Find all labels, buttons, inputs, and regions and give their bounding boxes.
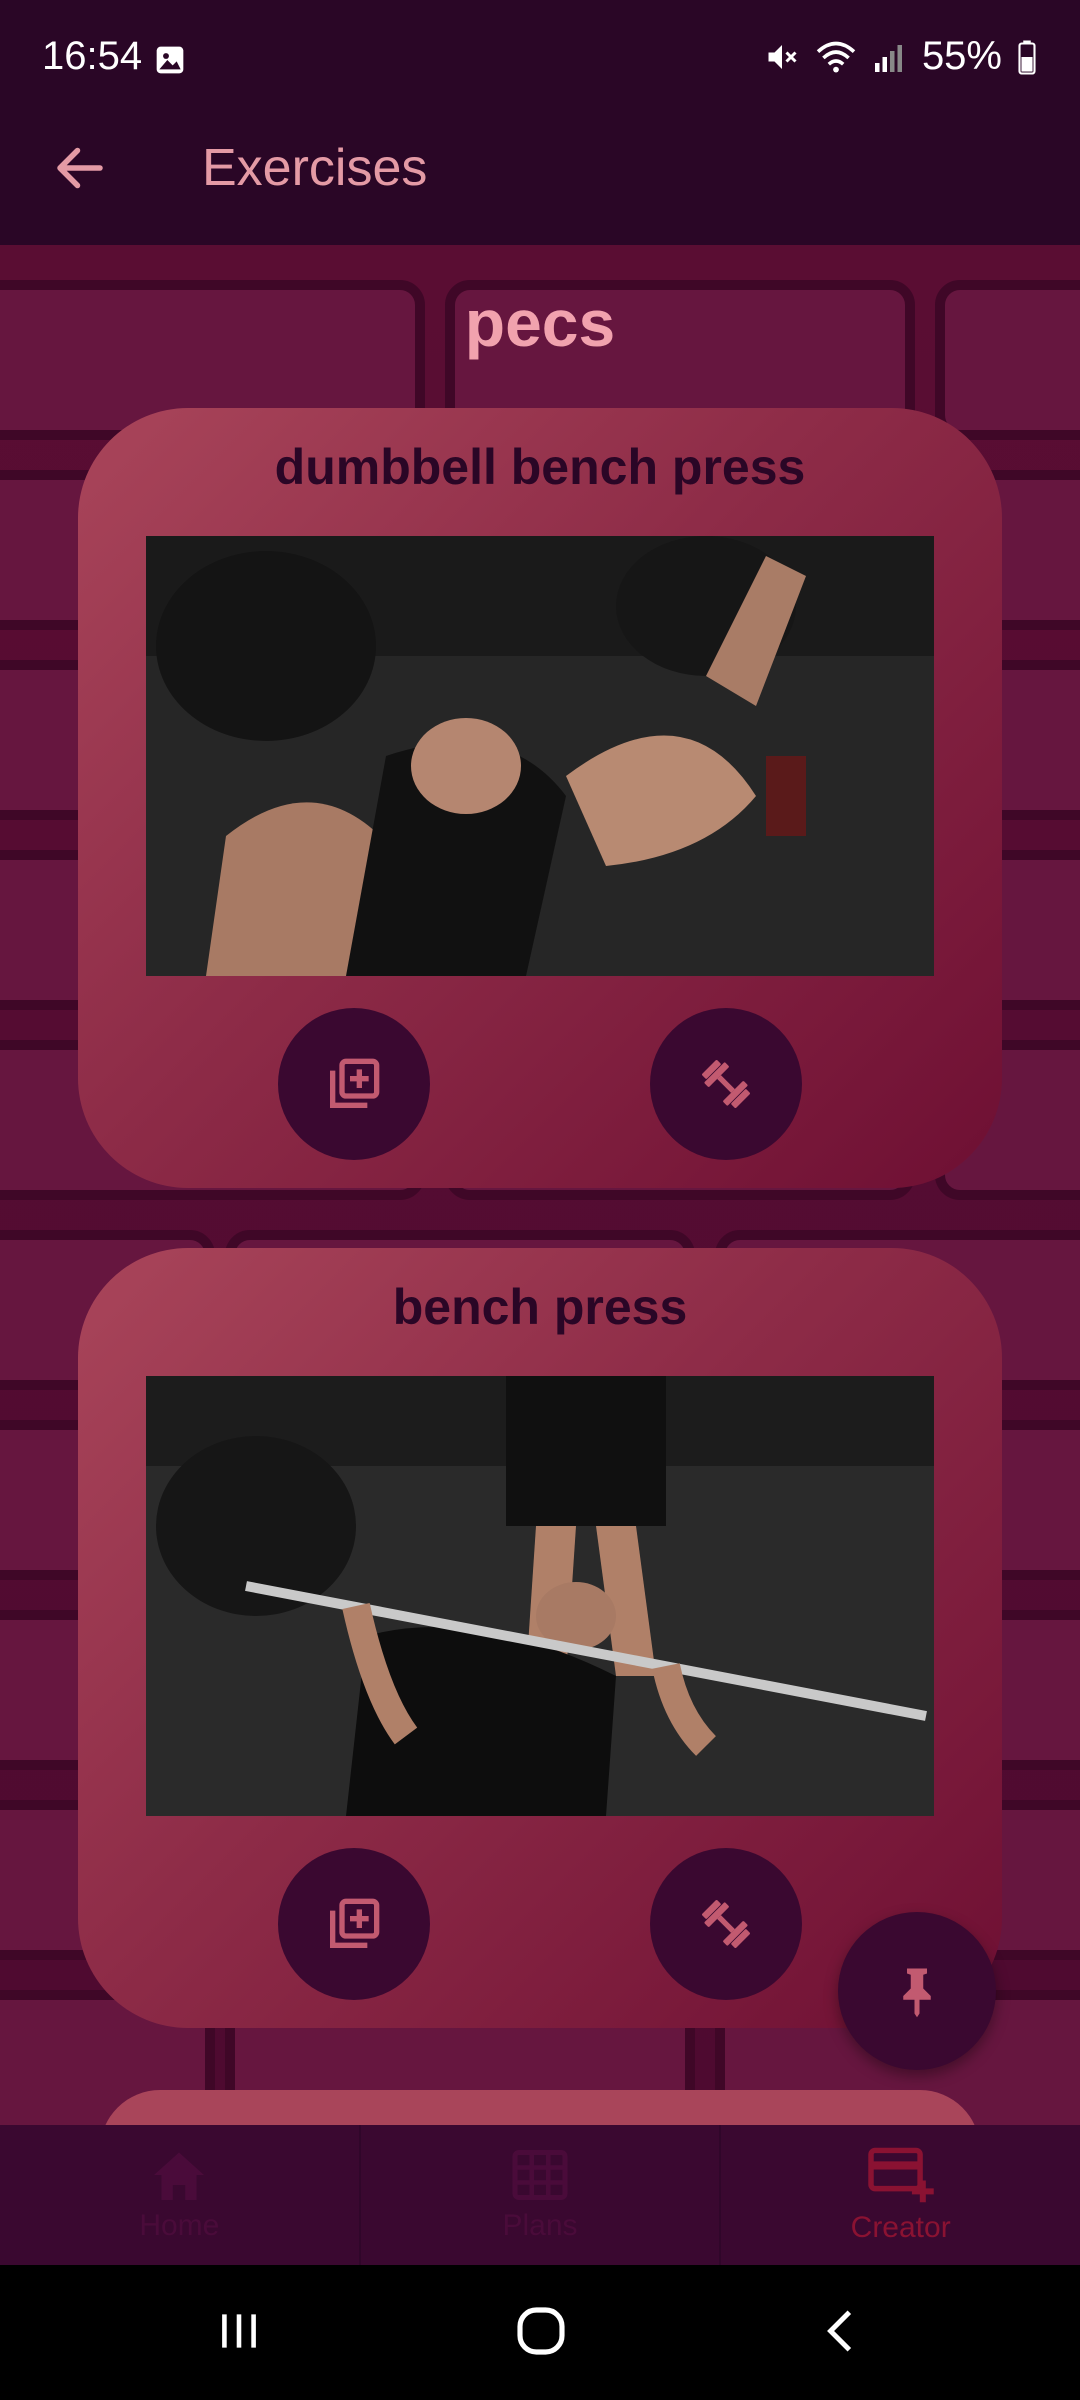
exercise-card[interactable]: bench press <box>78 1248 1002 2028</box>
battery-icon <box>1018 40 1036 75</box>
home-circle-icon[interactable] <box>513 2303 569 2359</box>
battery-percent: 55% <box>921 34 1002 78</box>
exercise-image <box>146 1376 934 1816</box>
status-indicators: 55% <box>764 34 1038 79</box>
recent-apps-icon[interactable] <box>214 2303 264 2359</box>
status-bar: 16:54 55% <box>0 0 1080 120</box>
app-bar <box>0 120 1080 245</box>
exercise-details-button[interactable] <box>650 1008 802 1160</box>
exercise-card[interactable] <box>100 2090 980 2125</box>
library-add-icon <box>330 1898 380 1948</box>
gallery-icon <box>156 46 184 74</box>
nav-creator-label: Creator <box>850 2211 951 2244</box>
signal-icon <box>874 44 902 72</box>
exercise-image <box>146 536 934 976</box>
nav-creator[interactable]: Creator <box>721 2125 1080 2265</box>
exercise-details-button[interactable] <box>650 1848 802 2000</box>
bottom-navigation: Home Plans Creator <box>0 2125 1080 2265</box>
nav-home[interactable]: Home <box>0 2125 361 2265</box>
add-to-plan-button[interactable] <box>278 1848 430 2000</box>
back-arrow-icon[interactable] <box>50 138 110 198</box>
system-navigation-bar <box>0 2265 1080 2400</box>
page-title: Exercises <box>202 139 428 197</box>
nav-plans[interactable]: Plans <box>361 2125 722 2265</box>
grid-icon <box>512 2150 568 2200</box>
card-add-icon <box>867 2147 934 2203</box>
wifi-icon <box>816 41 856 72</box>
pin-icon <box>903 1968 931 2018</box>
nav-plans-label: Plans <box>502 2209 578 2242</box>
library-add-icon <box>330 1058 380 1108</box>
exercise-name: dumbbell bench press <box>274 439 806 495</box>
exercise-name: bench press <box>392 1279 688 1335</box>
dumbbell-icon <box>702 1900 750 1948</box>
pin-button[interactable] <box>838 1912 996 2070</box>
exercise-card[interactable]: dumbbell bench press <box>78 408 1002 1188</box>
nav-home-label: Home <box>139 2209 220 2242</box>
status-time: 16:54 <box>42 34 143 78</box>
mute-icon <box>768 44 797 69</box>
section-title: pecs <box>464 286 616 360</box>
system-back-icon[interactable] <box>816 2303 866 2359</box>
add-to-plan-button[interactable] <box>278 1008 430 1160</box>
exercise-list[interactable]: pecs dumbbell bench press bench press <box>0 245 1080 2125</box>
home-icon <box>154 2152 205 2200</box>
dumbbell-icon <box>702 1060 750 1108</box>
